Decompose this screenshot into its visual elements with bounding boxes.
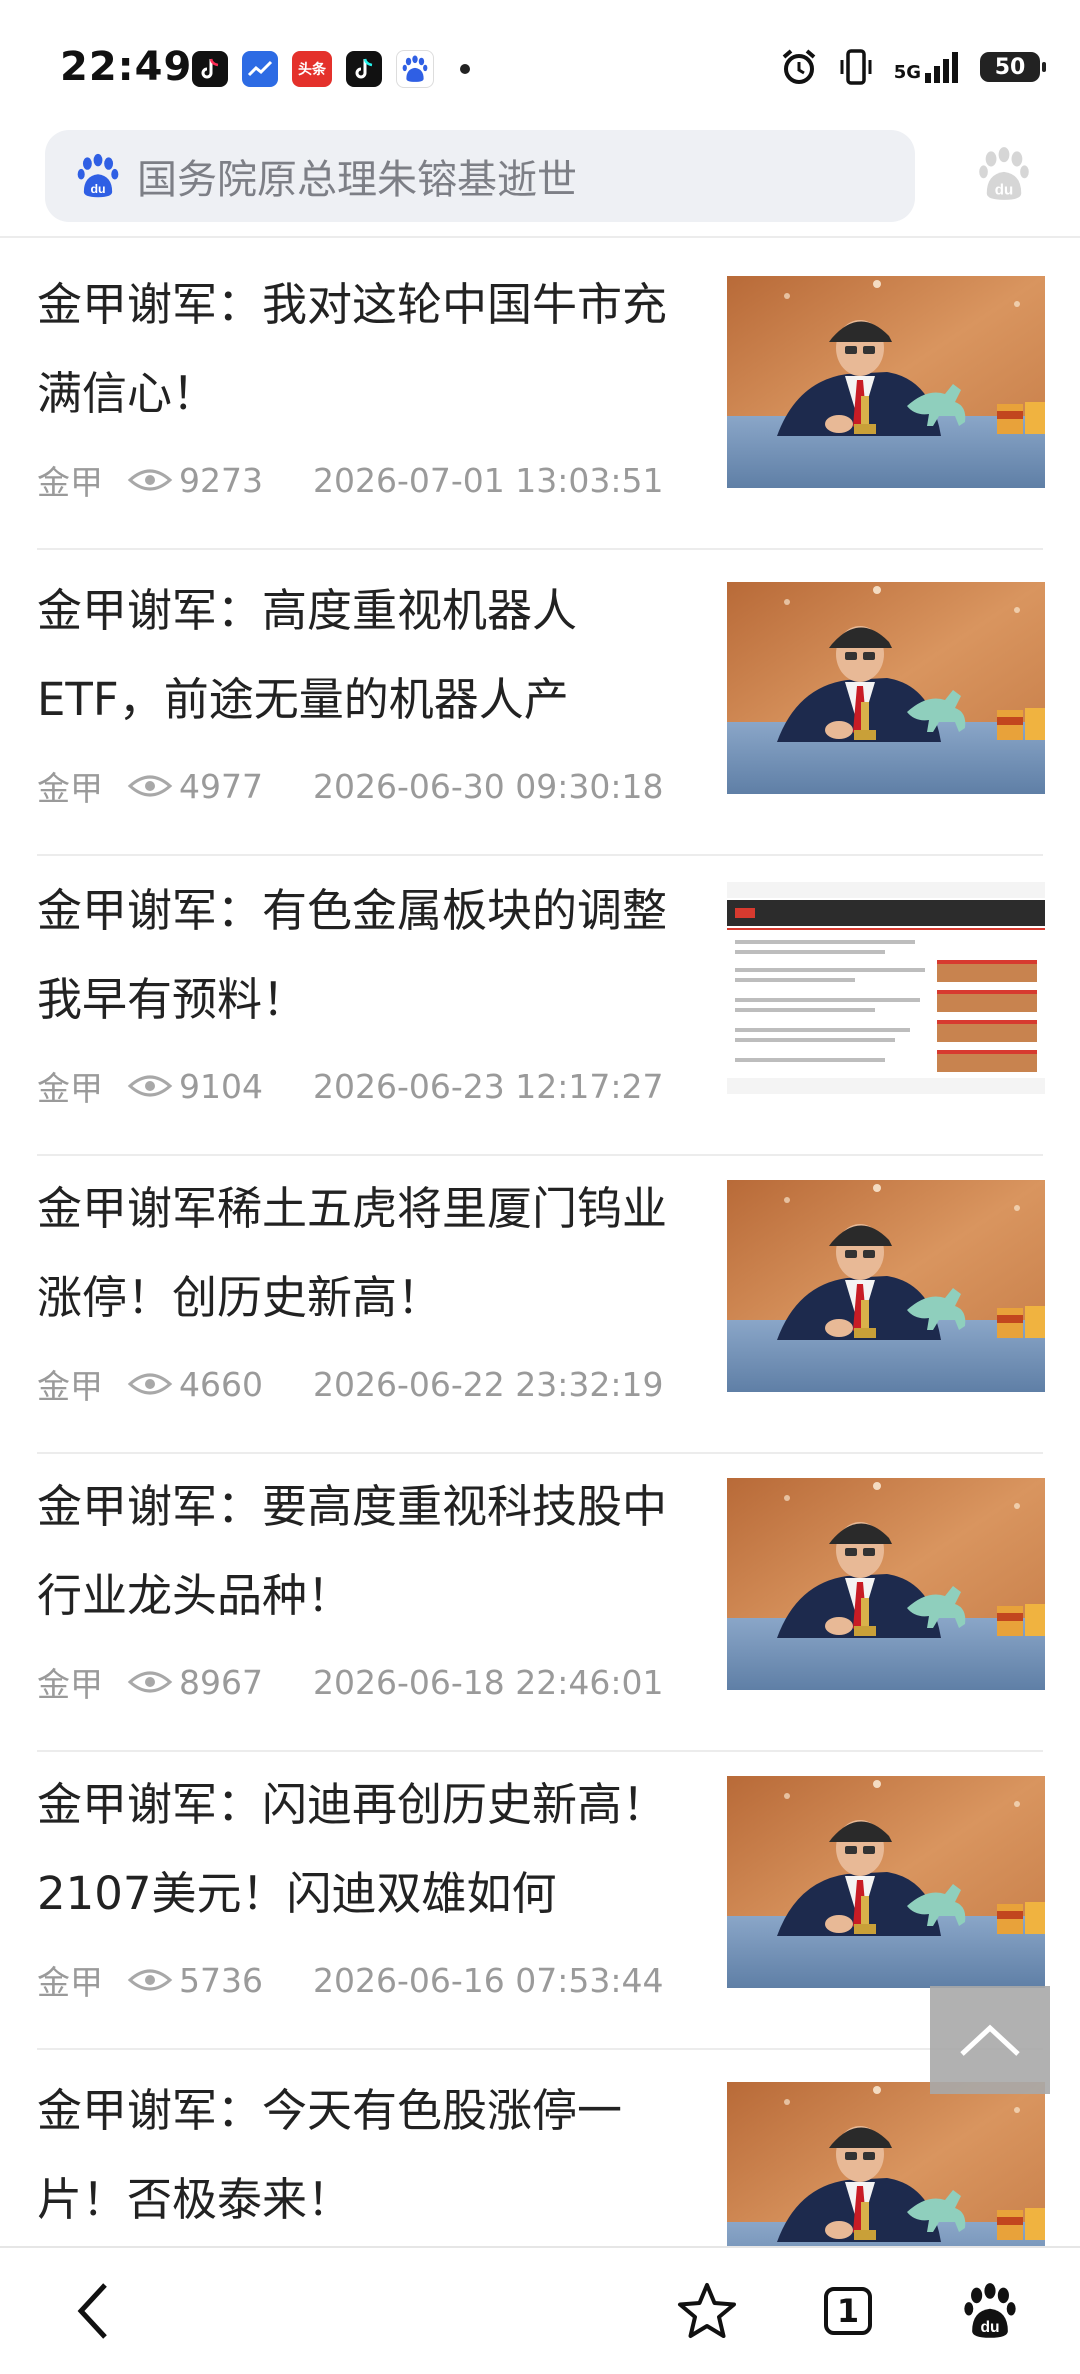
- network-type: 5G: [893, 62, 921, 83]
- system-indicators: 5G 50: [780, 48, 1046, 86]
- tabs-button[interactable]: 1: [813, 2276, 883, 2346]
- views-eye-icon: [127, 1969, 173, 1991]
- tab-count: 1: [836, 2292, 860, 2330]
- article-time: 2026-06-30 09:30:18: [312, 766, 664, 806]
- more-notifications-dot: [460, 64, 470, 74]
- article-thumbnail[interactable]: [727, 1478, 1045, 1690]
- baidu-icon: [396, 50, 434, 88]
- article-title[interactable]: 金甲谢军：今天有色股涨停一片！否极泰来！: [37, 2066, 687, 2244]
- favorite-button[interactable]: [672, 2276, 742, 2346]
- star-icon: [678, 2283, 736, 2338]
- douyin-icon: [346, 51, 382, 87]
- back-icon: [77, 2283, 107, 2339]
- article-time: 2026-07-01 13:03:51: [312, 460, 664, 500]
- article-meta: 金甲 4660 2026-06-22 23:32:19: [37, 1360, 663, 1408]
- views-eye-icon: [127, 469, 173, 491]
- search-bar[interactable]: du 国务院原总理朱镕基逝世: [45, 130, 915, 222]
- article-meta: 金甲 9104 2026-06-23 12:17:27: [37, 1062, 663, 1110]
- article-views: 4977: [179, 766, 263, 806]
- article-item[interactable]: 金甲谢军：闪迪再创历史新高！2107美元！闪迪双雄如何 金甲 5736 2026…: [0, 1744, 1080, 2050]
- article-thumbnail[interactable]: [727, 1776, 1045, 1988]
- article-meta: 金甲 5736 2026-06-16 07:53:44: [37, 1956, 663, 2004]
- baidu-paw-icon: du: [77, 153, 119, 198]
- article-thumbnail[interactable]: [727, 582, 1045, 794]
- bottom-toolbar: 1 du: [0, 2246, 1080, 2374]
- article-author: 金甲: [37, 769, 103, 808]
- article-views: 4660: [179, 1364, 263, 1404]
- article-author: 金甲: [37, 463, 103, 502]
- article-title[interactable]: 金甲谢军：闪迪再创历史新高！2107美元！闪迪双雄如何: [37, 1760, 687, 1938]
- views-eye-icon: [127, 775, 173, 797]
- views-eye-icon: [127, 1671, 173, 1693]
- status-bar: 22:49 头条 5G 50: [0, 0, 1080, 130]
- article-author: 金甲: [37, 1665, 103, 1704]
- article-author: 金甲: [37, 1963, 103, 2002]
- svg-text:du: du: [90, 182, 105, 196]
- article-item[interactable]: 金甲谢军稀土五虎将里厦门钨业涨停！创历史新高！ 金甲 4660 2026-06-…: [0, 1148, 1080, 1454]
- douyin-icon: [192, 51, 228, 87]
- article-thumbnail[interactable]: [727, 1180, 1045, 1392]
- alarm-icon: [782, 49, 815, 84]
- svg-text:du: du: [980, 2319, 999, 2336]
- article-title[interactable]: 金甲谢军：高度重视机器人ETF，前途无量的机器人产: [37, 566, 687, 744]
- article-time: 2026-06-22 23:32:19: [312, 1364, 664, 1404]
- baidu-paw-icon[interactable]: du: [976, 145, 1032, 203]
- article-thumbnail[interactable]: [727, 882, 1045, 1094]
- article-time: 2026-06-16 07:53:44: [312, 1960, 664, 2000]
- stock-chart-icon: [242, 51, 278, 87]
- baidu-home-button[interactable]: du: [955, 2276, 1025, 2346]
- article-author: 金甲: [37, 1367, 103, 1406]
- notification-icons: 头条: [192, 50, 470, 88]
- article-item[interactable]: 金甲谢军：要高度重视科技股中行业龙头品种！ 金甲 8967 2026-06-18…: [0, 1446, 1080, 1752]
- article-author: 金甲: [37, 1069, 103, 1108]
- article-item[interactable]: 金甲谢军：高度重视机器人ETF，前途无量的机器人产 金甲 4977 2026-0…: [0, 550, 1080, 856]
- article-title[interactable]: 金甲谢军：有色金属板块的调整我早有预料！: [37, 866, 687, 1044]
- chevron-up-icon: [960, 2024, 1020, 2056]
- divider: [0, 236, 1080, 238]
- article-time: 2026-06-23 12:17:27: [312, 1066, 664, 1106]
- article-views: 5736: [179, 1960, 263, 2000]
- signal-icon: 5G: [894, 51, 960, 83]
- status-time: 22:49: [60, 44, 193, 90]
- views-eye-icon: [127, 1075, 173, 1097]
- article-item[interactable]: 金甲谢军：有色金属板块的调整我早有预料！ 金甲 9104 2026-06-23 …: [0, 850, 1080, 1156]
- back-button[interactable]: [58, 2276, 128, 2346]
- article-title[interactable]: 金甲谢军：我对这轮中国牛市充满信心！: [37, 260, 687, 438]
- back-to-top-button[interactable]: [930, 1986, 1050, 2094]
- article-title[interactable]: 金甲谢军：要高度重视科技股中行业龙头品种！: [37, 1462, 687, 1640]
- article-meta: 金甲 8967 2026-06-18 22:46:01: [37, 1658, 663, 1706]
- article-views: 9104: [179, 1066, 263, 1106]
- views-eye-icon: [127, 1373, 173, 1395]
- article-title[interactable]: 金甲谢军稀土五虎将里厦门钨业涨停！创历史新高！: [37, 1164, 687, 1342]
- search-query[interactable]: 国务院原总理朱镕基逝世: [137, 147, 577, 205]
- article-meta: 金甲 9273 2026-07-01 13:03:51: [37, 456, 663, 504]
- battery-icon: 50: [980, 52, 1046, 82]
- toutiao-icon: 头条: [292, 51, 332, 87]
- article-item[interactable]: 金甲谢军：我对这轮中国牛市充满信心！ 金甲 9273 2026-07-01 13…: [0, 244, 1080, 550]
- article-views: 9273: [179, 460, 263, 500]
- vibrate-icon: [840, 49, 872, 85]
- article-time: 2026-06-18 22:46:01: [312, 1662, 664, 1702]
- article-views: 8967: [179, 1662, 263, 1702]
- tabs-icon: 1: [824, 2287, 872, 2335]
- article-thumbnail[interactable]: [727, 276, 1045, 488]
- baidu-paw-icon: du: [964, 2283, 1016, 2338]
- svg-text:du: du: [995, 181, 1013, 198]
- article-meta: 金甲 4977 2026-06-30 09:30:18: [37, 762, 663, 810]
